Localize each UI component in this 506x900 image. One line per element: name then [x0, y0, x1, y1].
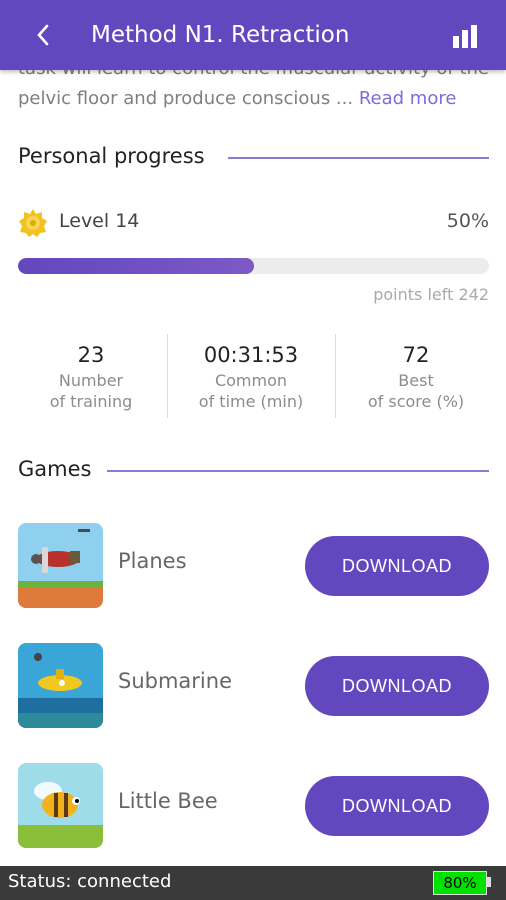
stat-value: 00:31:53 — [203, 343, 299, 367]
game-item-planes: Planes DOWNLOAD — [0, 523, 506, 609]
stat-label-line2: of training — [49, 392, 133, 411]
bar-chart-icon — [453, 25, 477, 48]
stat-divider — [167, 334, 168, 418]
planes-game-icon — [18, 523, 103, 608]
level-badge-icon — [18, 208, 48, 238]
app-header: Method N1. Retraction — [0, 0, 506, 70]
connection-status-bar: Status: connected 80% — [0, 866, 506, 900]
stat-label-line2: of score (%) — [367, 392, 465, 411]
statistics-button[interactable] — [450, 22, 480, 52]
stat-label-line2: of time (min) — [198, 392, 304, 411]
game-name: Planes — [118, 549, 187, 573]
progress-bar-fill — [18, 258, 254, 274]
stat-label-line1: Best — [398, 371, 434, 390]
personal-progress-heading: Personal progress — [18, 144, 205, 168]
little-bee-game-icon — [18, 763, 103, 848]
back-button[interactable] — [30, 22, 56, 48]
stat-label-line1: Common — [214, 371, 288, 390]
stat-number-of-training: 23 Number of training — [16, 340, 166, 412]
download-submarine-button[interactable]: DOWNLOAD — [305, 656, 489, 716]
stat-value: 23 — [77, 343, 105, 367]
section-divider — [228, 157, 489, 159]
game-item-little-bee: Little Bee DOWNLOAD — [0, 763, 506, 849]
progress-bar — [18, 258, 489, 274]
battery-indicator: 80% — [433, 871, 487, 895]
stat-divider — [335, 334, 336, 418]
stat-common-time: 00:31:53 Common of time (min) — [176, 340, 326, 412]
game-item-submarine: Submarine DOWNLOAD — [0, 643, 506, 729]
battery-tip-icon — [487, 877, 491, 887]
page-title: Method N1. Retraction — [91, 22, 350, 48]
section-divider — [107, 470, 489, 472]
read-more-link[interactable]: Read more — [359, 88, 457, 109]
stat-label-line1: Number — [58, 371, 124, 390]
stat-value: 72 — [402, 343, 430, 367]
download-planes-button[interactable]: DOWNLOAD — [305, 536, 489, 596]
games-heading: Games — [18, 457, 92, 481]
progress-percent: 50% — [446, 210, 489, 232]
level-label: Level 14 — [59, 210, 140, 232]
game-name: Little Bee — [118, 789, 218, 813]
download-little-bee-button[interactable]: DOWNLOAD — [305, 776, 489, 836]
stat-best-score: 72 Best of score (%) — [341, 340, 491, 412]
chevron-left-icon — [37, 24, 49, 46]
submarine-game-icon — [18, 643, 103, 728]
description-line-2: pelvic floor and produce conscious ... — [18, 88, 354, 109]
points-left: points left 242 — [373, 285, 489, 304]
connection-status: Status: connected — [8, 871, 172, 892]
game-name: Submarine — [118, 669, 232, 693]
